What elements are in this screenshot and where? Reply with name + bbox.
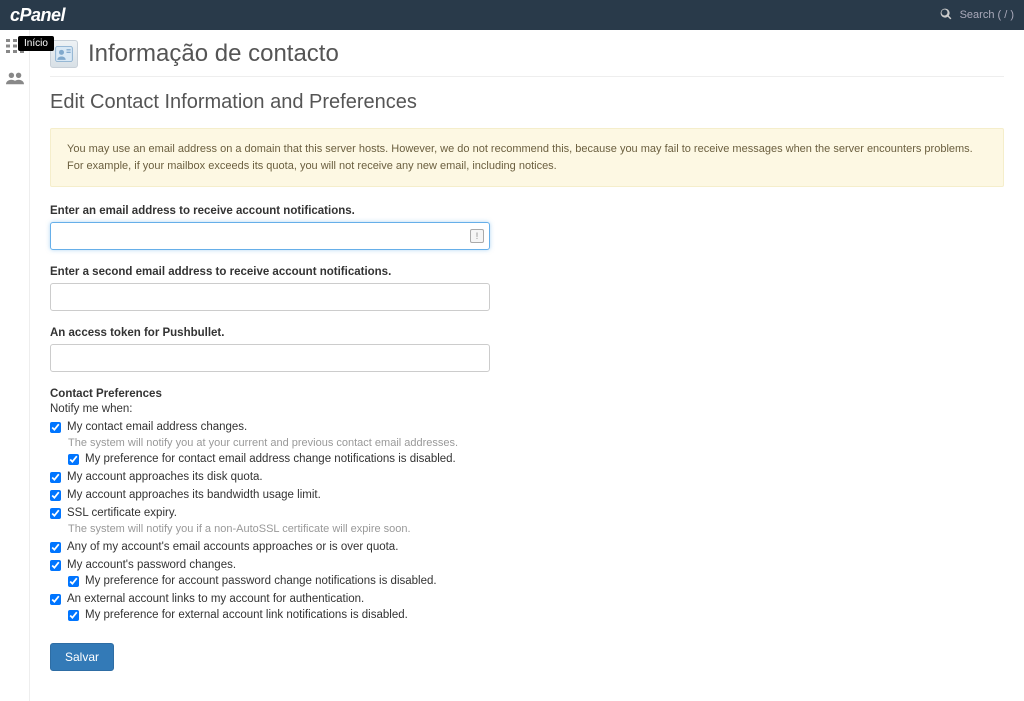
- contact-icon: [50, 40, 78, 68]
- pref-sub-checkbox-6[interactable]: [68, 610, 79, 621]
- pref-checkbox-3[interactable]: [50, 508, 61, 519]
- field-email2: Enter a second email address to receive …: [50, 266, 1004, 311]
- pref-label-5: My account's password changes.: [67, 559, 236, 571]
- email2-input[interactable]: [50, 283, 490, 311]
- pref-checkbox-5[interactable]: [50, 560, 61, 571]
- pref-subrow-5: My preference for account password chang…: [68, 575, 1004, 587]
- field-email1: Enter an email address to receive accoun…: [50, 205, 1004, 250]
- pref-checkbox-0[interactable]: [50, 422, 61, 433]
- pref-sub-label-0: My preference for contact email address …: [85, 453, 456, 465]
- email2-label: Enter a second email address to receive …: [50, 266, 1004, 278]
- pref-hint-3: The system will notify you if a non-Auto…: [68, 523, 1004, 535]
- section-title: Edit Contact Information and Preferences: [50, 91, 1004, 114]
- divider: [50, 76, 1004, 77]
- pref-row-6: An external account links to my account …: [50, 593, 1004, 605]
- left-sidebar: [0, 30, 30, 701]
- pref-sub-label-6: My preference for external account link …: [85, 609, 408, 621]
- logo-text: cPanel: [10, 5, 65, 25]
- pref-sub-label-5: My preference for account password chang…: [85, 575, 437, 587]
- search-icon: [940, 8, 952, 23]
- pref-sub-checkbox-5[interactable]: [68, 576, 79, 587]
- prefs-header: Contact Preferences: [50, 388, 1004, 400]
- pref-label-6: An external account links to my account …: [67, 593, 364, 605]
- page-header: Informação de contacto: [50, 40, 1004, 68]
- pref-row-4: Any of my account's email accounts appro…: [50, 541, 1004, 553]
- sidebar-tooltip: Início: [18, 36, 54, 51]
- pref-sub-checkbox-0[interactable]: [68, 454, 79, 465]
- main-content: Informação de contacto Edit Contact Info…: [30, 30, 1024, 701]
- pref-label-2: My account approaches its bandwidth usag…: [67, 489, 321, 501]
- top-bar: cPanel Search ( / ): [0, 0, 1024, 30]
- pref-label-0: My contact email address changes.: [67, 421, 247, 433]
- logo: cPanel: [10, 5, 65, 26]
- pref-label-3: SSL certificate expiry.: [67, 507, 177, 519]
- pushbullet-label: An access token for Pushbullet.: [50, 327, 1004, 339]
- pref-row-5: My account's password changes.: [50, 559, 1004, 571]
- pref-row-3: SSL certificate expiry.: [50, 507, 1004, 519]
- pref-subrow-0: My preference for contact email address …: [68, 453, 1004, 465]
- field-pushbullet: An access token for Pushbullet.: [50, 327, 1004, 372]
- sidebar-users-icon[interactable]: [6, 70, 24, 84]
- notify-line: Notify me when:: [50, 403, 1004, 415]
- search-placeholder: Search ( / ): [960, 9, 1014, 21]
- pref-row-0: My contact email address changes.: [50, 421, 1004, 433]
- input-status-icon: !: [470, 229, 484, 243]
- pref-checkbox-1[interactable]: [50, 472, 61, 483]
- pushbullet-input[interactable]: [50, 344, 490, 372]
- pref-row-1: My account approaches its disk quota.: [50, 471, 1004, 483]
- pref-checkbox-2[interactable]: [50, 490, 61, 501]
- pref-subrow-6: My preference for external account link …: [68, 609, 1004, 621]
- pref-label-1: My account approaches its disk quota.: [67, 471, 263, 483]
- save-button[interactable]: Salvar: [50, 643, 114, 671]
- pref-checkbox-6[interactable]: [50, 594, 61, 605]
- pref-label-4: Any of my account's email accounts appro…: [67, 541, 398, 553]
- email1-input[interactable]: [50, 222, 490, 250]
- pref-hint-0: The system will notify you at your curre…: [68, 437, 1004, 449]
- email1-label: Enter an email address to receive accoun…: [50, 205, 1004, 217]
- pref-row-2: My account approaches its bandwidth usag…: [50, 489, 1004, 501]
- page-title: Informação de contacto: [88, 40, 339, 68]
- warning-box: You may use an email address on a domain…: [50, 128, 1004, 187]
- pref-checkbox-4[interactable]: [50, 542, 61, 553]
- search-area[interactable]: Search ( / ): [940, 8, 1014, 23]
